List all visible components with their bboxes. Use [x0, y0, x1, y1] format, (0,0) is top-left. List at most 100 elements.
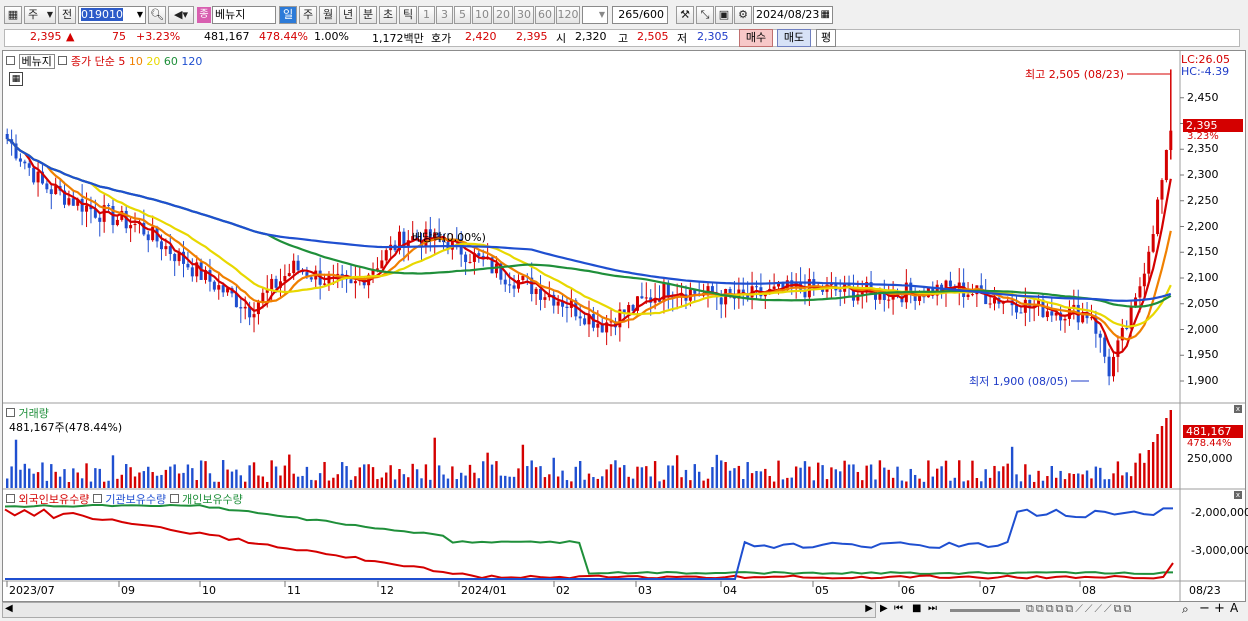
rewind-icon[interactable]: ⏮	[894, 603, 903, 614]
prev-button[interactable]: 전	[58, 6, 76, 24]
period-day[interactable]: 일	[279, 6, 297, 24]
legend-checkbox[interactable]	[6, 408, 15, 417]
close-icon[interactable]: x	[1234, 405, 1242, 413]
volume-bar	[482, 461, 485, 488]
date-input[interactable]: 2024/08/23 ▦	[753, 6, 833, 24]
first-page-icon[interactable]: ▶	[880, 603, 888, 614]
volume-bar	[235, 469, 238, 488]
legend-checkbox[interactable]	[6, 494, 15, 503]
indicator-icon[interactable]: ⚒	[676, 6, 694, 24]
period-minute[interactable]: 분	[359, 6, 377, 24]
volume-bar	[561, 470, 564, 488]
candle-body	[98, 217, 102, 222]
scrollbar[interactable]: ◀ ▶	[2, 602, 876, 618]
volume-bar	[195, 480, 198, 488]
minute-20[interactable]: 20	[493, 6, 513, 24]
sell-button[interactable]: 매도	[777, 29, 811, 47]
calendar-icon[interactable]: ▦	[821, 7, 830, 23]
volume-bar	[411, 463, 414, 488]
price-tick-label: 1,900	[1187, 374, 1219, 387]
candle-body	[349, 279, 353, 284]
scroll-right-icon[interactable]: ▶	[865, 603, 873, 614]
period-year[interactable]: 년	[339, 6, 357, 24]
ma-line-120	[6, 138, 1172, 302]
stop-icon[interactable]: ■	[912, 603, 921, 614]
minute-30[interactable]: 30	[514, 6, 534, 24]
scroll-left-icon[interactable]: ◀	[5, 603, 13, 614]
minute-60[interactable]: 60	[535, 6, 555, 24]
minute-120[interactable]: 120	[556, 6, 580, 24]
volume-bar	[164, 469, 168, 488]
current-price-pct: 3.23%	[1187, 131, 1219, 142]
volume-bar	[138, 472, 141, 488]
minute-10[interactable]: 10	[472, 6, 492, 24]
volume-bar	[1121, 475, 1124, 488]
volume-bar	[962, 481, 965, 488]
volume-bar	[283, 465, 287, 488]
price-tick-label: 2,100	[1187, 271, 1219, 284]
institution-holdings-line	[5, 507, 1174, 580]
volume-bar	[217, 481, 220, 488]
stock-name-field[interactable]: 베뉴지	[212, 6, 276, 24]
chevron-down-icon[interactable]: ▼	[137, 7, 143, 23]
fast-forward-icon[interactable]: ⏭	[928, 603, 937, 614]
volume-bar	[971, 460, 974, 488]
volume-bar	[433, 437, 436, 488]
eval-button[interactable]: 평	[816, 29, 836, 47]
legend-checkbox[interactable]	[6, 56, 15, 65]
volume-bar	[1107, 479, 1111, 488]
candle-body	[67, 198, 71, 205]
x-tick-label: 02	[556, 584, 570, 597]
save-icon[interactable]: ▣	[715, 6, 733, 24]
zoom-icon[interactable]: ⌕	[1182, 602, 1189, 617]
volume-bar	[204, 461, 207, 488]
legend-checkbox[interactable]	[169, 494, 179, 503]
candle-body	[1138, 286, 1142, 298]
volume-bar	[257, 475, 260, 488]
x-tick-label: 2023/07	[9, 584, 55, 597]
volume-bar	[371, 467, 375, 488]
x-tick-label: 09	[121, 584, 135, 597]
chart-area[interactable]: 베뉴지 종가 단순 5 10 20 60 120 ▦ LC:26.05 HC:-…	[2, 50, 1248, 602]
volume-bar	[1125, 472, 1128, 488]
search-icon[interactable]: 🔍︎	[148, 6, 166, 24]
chart-menu-icon[interactable]: ▦	[4, 6, 22, 24]
legend-checkbox[interactable]	[92, 494, 102, 503]
period-week[interactable]: 주	[299, 6, 317, 24]
ask-price-1: 2,420	[465, 30, 497, 43]
volume-bar	[539, 466, 542, 488]
table-icon[interactable]: ▦	[9, 72, 23, 86]
stock-code-input[interactable]: 019010 ▼	[78, 6, 146, 24]
minute-3[interactable]: 3	[436, 6, 453, 24]
zoom-in-icon[interactable]: +	[1214, 601, 1225, 616]
volume-bar	[182, 472, 185, 488]
market-type-dropdown[interactable]: 주 ▼	[24, 6, 56, 24]
volume-bar	[702, 480, 705, 488]
period-second[interactable]: 초	[379, 6, 397, 24]
volume-bar	[605, 469, 608, 488]
draw-icon[interactable]: ⤡	[696, 6, 714, 24]
period-tick[interactable]: 틱	[399, 6, 417, 24]
gear-icon[interactable]: ⚙	[734, 6, 752, 24]
zoom-out-icon[interactable]: −	[1199, 601, 1210, 616]
volume-bar	[609, 464, 613, 488]
candle-body	[212, 281, 216, 290]
close-icon[interactable]: x	[1234, 491, 1242, 499]
volume-bar	[614, 460, 617, 488]
period-month[interactable]: 월	[319, 6, 337, 24]
ask-label: 호가	[431, 32, 452, 45]
legend-checkbox[interactable]	[58, 56, 68, 65]
zoom-slider[interactable]	[950, 609, 1020, 612]
layout-icons[interactable]: ⧉⧉⧉⧉⧉⟋⟋⟋⟋⧉⧉	[1026, 602, 1133, 616]
candle-body	[1142, 273, 1146, 287]
volume-bar	[310, 479, 313, 488]
speaker-icon[interactable]: ◀▾	[168, 6, 194, 24]
x-tick-label: 2024/01	[461, 584, 507, 597]
font-size-icon[interactable]: A	[1230, 601, 1238, 615]
minute-1[interactable]: 1	[418, 6, 435, 24]
custom-interval-select[interactable]: ▼	[582, 6, 608, 24]
minute-5[interactable]: 5	[454, 6, 471, 24]
x-tick-label: 11	[287, 584, 301, 597]
buy-button[interactable]: 매수	[739, 29, 773, 47]
range-input[interactable]: 265/600	[612, 6, 668, 24]
